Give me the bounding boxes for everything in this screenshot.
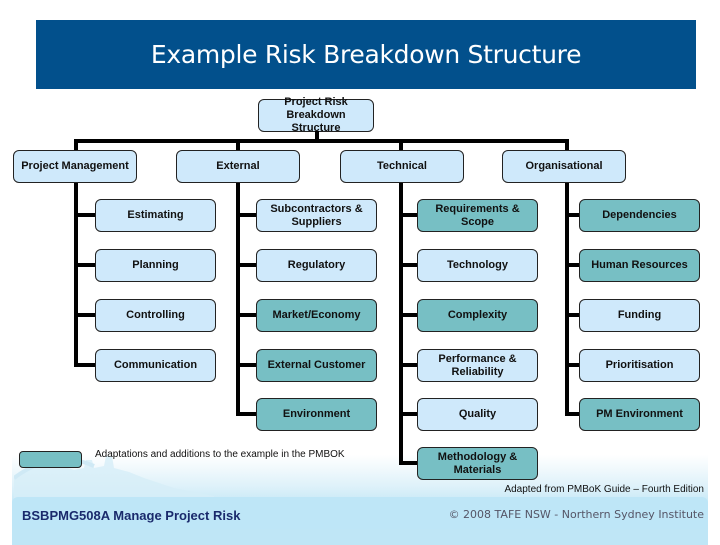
risk-node-adapted-label: Complexity (447, 309, 508, 321)
connector-line (565, 213, 579, 217)
risk-node: Controlling (95, 299, 216, 332)
legend-text: Adaptations and additions to the example… (95, 449, 345, 460)
connector-line (399, 363, 417, 367)
category-node: External (176, 150, 300, 183)
connector-line (236, 213, 256, 217)
risk-node-adapted: Environment (256, 398, 377, 431)
risk-node-label: Technology (447, 259, 508, 271)
connector-line (565, 263, 579, 267)
course-title: BSBPMG508A Manage Project Risk (22, 508, 241, 523)
risk-node-adapted: Human Resources (579, 249, 700, 282)
risk-node: Quality (417, 398, 538, 431)
connector-line (399, 213, 417, 217)
category-node-label: External (216, 160, 260, 172)
connector-line (399, 263, 417, 267)
category-node: Project Management (13, 150, 137, 183)
risk-node-label: Performance & Reliability (438, 352, 517, 378)
connector-line (74, 139, 569, 143)
source-credit: Adapted from PMBoK Guide – Fourth Editio… (504, 484, 704, 495)
page-title: Example Risk Breakdown Structure (150, 40, 582, 69)
connector-line (236, 263, 256, 267)
connector-line (74, 213, 95, 217)
risk-node-adapted-label: Environment (282, 408, 351, 420)
category-node: Organisational (502, 150, 626, 183)
risk-node-label: Subcontractors & Suppliers (270, 202, 363, 228)
connector-line (236, 313, 256, 317)
risk-node-label: Prioritisation (605, 359, 674, 371)
risk-node-label: Communication (113, 359, 198, 371)
root-node: Project Risk Breakdown Structure (258, 96, 374, 134)
risk-node-adapted-label: Dependencies (602, 209, 677, 221)
risk-node-label: Regulatory (287, 259, 346, 271)
category-node: Technical (340, 150, 464, 183)
risk-node: Planning (95, 249, 216, 282)
connector-line (399, 313, 417, 317)
connector-line (236, 183, 240, 416)
connector-line (565, 363, 579, 367)
connector-line (74, 183, 78, 367)
risk-node-adapted: Market/Economy (256, 299, 377, 332)
connector-line (565, 313, 579, 317)
connector-line (74, 263, 95, 267)
category-node-label: Project Management (21, 160, 129, 172)
risk-node: Prioritisation (579, 349, 700, 382)
risk-node-label: Estimating (127, 209, 184, 221)
connector-line (565, 183, 569, 416)
connector-line (74, 313, 95, 317)
copyright-text: © 2008 TAFE NSW - Northern Sydney Instit… (448, 508, 704, 521)
risk-node-adapted: PM Environment (579, 398, 700, 431)
connector-line (565, 412, 579, 416)
risk-node-adapted: Requirements & Scope (417, 199, 538, 232)
connector-line (399, 183, 403, 465)
risk-node: Technology (417, 249, 538, 282)
risk-node: Estimating (95, 199, 216, 232)
risk-node-adapted: Methodology & Materials (417, 447, 538, 480)
risk-node-adapted: Complexity (417, 299, 538, 332)
connector-line (236, 363, 256, 367)
risk-node-adapted: Dependencies (579, 199, 700, 232)
title-banner: Example Risk Breakdown Structure (36, 20, 696, 89)
risk-node: Performance & Reliability (417, 349, 538, 382)
connector-line (236, 412, 256, 416)
risk-node-adapted-label: External Customer (267, 359, 366, 371)
risk-node-adapted-label: Human Resources (591, 259, 688, 271)
risk-node-label: Quality (458, 408, 497, 420)
risk-node-adapted-label: Methodology & Materials (437, 450, 518, 476)
risk-node-label: Controlling (126, 309, 185, 321)
risk-node-adapted: External Customer (256, 349, 377, 382)
risk-node-adapted-label: Market/Economy (272, 309, 361, 321)
root-node-label: Project Risk Breakdown Structure (284, 96, 348, 134)
risk-node: Subcontractors & Suppliers (256, 199, 377, 232)
legend-swatch-adapted (19, 451, 82, 468)
risk-node: Funding (579, 299, 700, 332)
risk-node: Regulatory (256, 249, 377, 282)
connector-line (74, 363, 95, 367)
risk-node: Communication (95, 349, 216, 382)
category-node-label: Organisational (525, 160, 603, 172)
connector-line (399, 461, 417, 465)
risk-node-adapted-label: Requirements & Scope (435, 202, 520, 228)
risk-node-label: Funding (617, 309, 662, 321)
connector-line (399, 412, 417, 416)
category-node-label: Technical (377, 160, 427, 172)
risk-node-adapted-label: PM Environment (596, 408, 683, 420)
risk-node-label: Planning (132, 259, 179, 271)
